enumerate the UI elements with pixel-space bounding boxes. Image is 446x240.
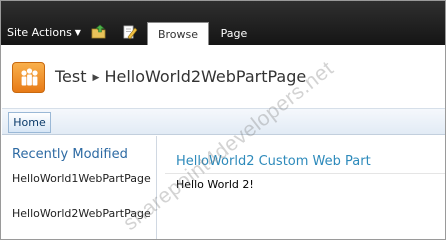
people-icon <box>21 68 38 86</box>
tab-browse[interactable]: Browse <box>147 22 209 45</box>
nav-item-home[interactable]: Home <box>8 112 51 133</box>
edit-page-icon[interactable] <box>122 24 138 40</box>
breadcrumb: Test ▶ HelloWorld2WebPartPage <box>55 68 306 89</box>
quick-launch-heading[interactable]: Recently Modified <box>12 147 128 163</box>
dropdown-caret-icon: ▼ <box>74 28 81 37</box>
breadcrumb-arrow-icon: ▶ <box>92 73 100 83</box>
site-logo[interactable] <box>12 62 45 93</box>
site-actions-menu[interactable]: Site Actions ▼ <box>7 26 81 40</box>
top-navigation-bar <box>2 108 445 135</box>
page-title: HelloWorld2WebPartPage <box>104 67 307 86</box>
browser-frame: Site Actions ▼ Browse Page Test ▶ HelloWorl… <box>0 0 446 240</box>
tab-page[interactable]: Page <box>209 22 259 45</box>
quick-launch-item-helloworld1[interactable]: HelloWorld1WebPartPage <box>12 172 152 185</box>
navigate-up-icon[interactable] <box>91 24 107 40</box>
site-actions-label: Site Actions <box>7 26 72 39</box>
site-title-link[interactable]: Test <box>55 67 87 86</box>
